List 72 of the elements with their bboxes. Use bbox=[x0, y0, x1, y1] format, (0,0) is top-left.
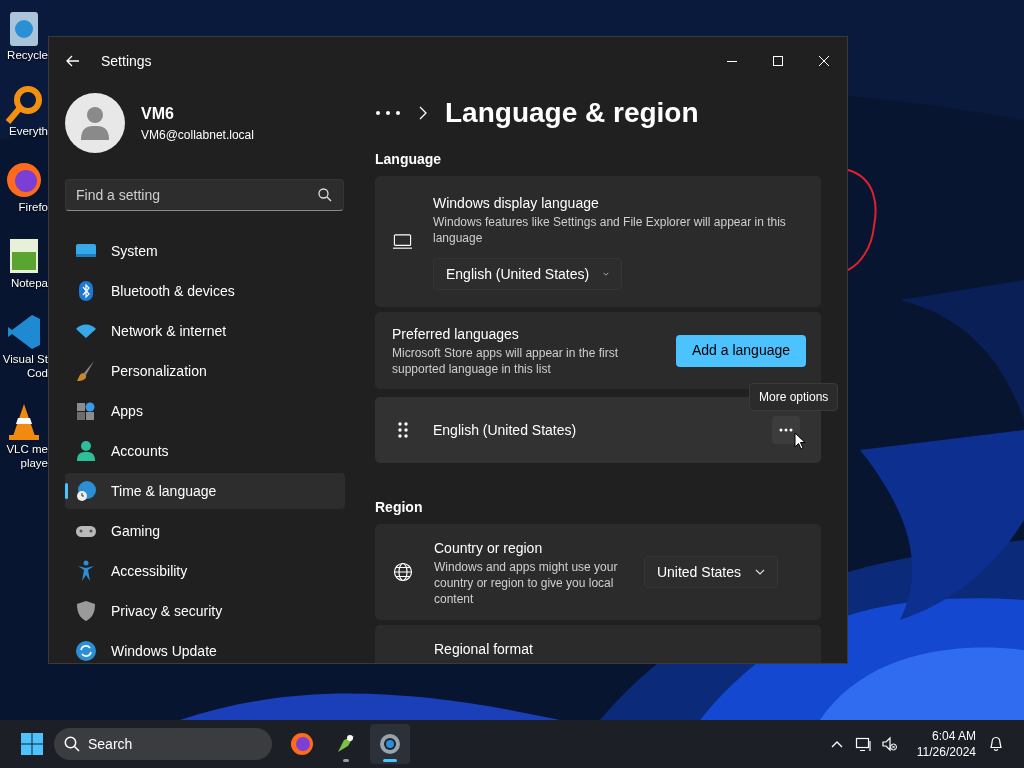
page-title: Language & region bbox=[445, 96, 699, 130]
back-icon[interactable] bbox=[65, 53, 81, 69]
setting-description: Microsoft Store apps will appear in the first supported language in this list bbox=[392, 345, 620, 377]
nav-item[interactable]: System bbox=[65, 233, 345, 269]
shortcut-label: Cod bbox=[26, 366, 48, 380]
nav-item[interactable]: Network & internet bbox=[65, 313, 345, 349]
volume-muted-icon[interactable] bbox=[880, 736, 897, 752]
globe-icon bbox=[393, 562, 413, 582]
setting-description: Windows and apps might use your country or region to give you local content bbox=[434, 558, 619, 607]
more-options-button[interactable] bbox=[772, 416, 800, 444]
shortcut-label: Firefo bbox=[18, 200, 48, 214]
mouse-cursor-icon bbox=[794, 432, 806, 450]
section-heading: Language bbox=[375, 150, 443, 167]
network-icon[interactable] bbox=[854, 736, 871, 752]
search-icon bbox=[64, 736, 80, 752]
chevron-down-icon bbox=[755, 569, 765, 575]
shortcut-label: VLC me bbox=[6, 442, 48, 456]
taskbar-search[interactable]: Search bbox=[54, 728, 272, 760]
app-shortcut-icon[interactable] bbox=[4, 84, 44, 124]
start-icon[interactable] bbox=[20, 732, 44, 756]
profile-email: VM6@collabnet.local bbox=[141, 127, 254, 144]
shortcut-label: Visual St bbox=[2, 352, 48, 366]
language-name: English (United States) bbox=[433, 420, 578, 440]
clock-date[interactable]: 11/26/2024 bbox=[916, 744, 976, 760]
category-icon bbox=[75, 400, 97, 422]
drag-handle-icon[interactable] bbox=[397, 421, 409, 439]
breadcrumb-overflow-icon[interactable] bbox=[375, 110, 401, 116]
notification-icon[interactable] bbox=[988, 736, 1004, 752]
chevron-icon bbox=[419, 106, 427, 120]
category-icon bbox=[75, 600, 97, 622]
nav-item[interactable]: Personalization bbox=[65, 353, 345, 389]
clock-time[interactable]: 6:04 AM bbox=[916, 728, 976, 744]
nav-item[interactable]: Gaming bbox=[65, 513, 345, 549]
shortcut-label: Notepa bbox=[10, 276, 48, 290]
dropdown[interactable]: English (United States) bbox=[433, 258, 622, 290]
section-heading: Region bbox=[375, 498, 424, 515]
chevron-down-icon bbox=[603, 271, 609, 277]
setting-title: Regional format bbox=[434, 640, 533, 659]
app-icon bbox=[290, 732, 314, 756]
monitor-icon bbox=[393, 231, 412, 252]
search-icon bbox=[318, 188, 332, 202]
close-icon bbox=[819, 56, 829, 66]
setting-title: Country or region bbox=[434, 538, 544, 558]
app-shortcut-icon[interactable] bbox=[4, 160, 44, 200]
minimize-icon bbox=[727, 60, 737, 62]
profile-name: VM6 bbox=[141, 104, 175, 124]
window-title: Settings bbox=[101, 51, 152, 71]
app-icon bbox=[378, 732, 402, 756]
nav-item[interactable]: Accessibility bbox=[65, 553, 345, 589]
taskbar-app[interactable] bbox=[370, 724, 410, 764]
search-field[interactable]: Find a setting bbox=[65, 179, 344, 211]
maximize-icon bbox=[773, 56, 783, 66]
nav-item[interactable]: Accounts bbox=[65, 433, 345, 469]
nav-item[interactable]: Time & language bbox=[65, 473, 345, 509]
nav-item[interactable]: Privacy & security bbox=[65, 593, 345, 629]
shortcut-label: Everyth bbox=[9, 124, 48, 138]
dropdown[interactable]: United States bbox=[643, 556, 778, 588]
tooltip: More options bbox=[749, 383, 839, 411]
setting-description: Windows features like Settings and File Explorer will appear in this language bbox=[433, 214, 787, 246]
nav-item[interactable]: Bluetooth & devices bbox=[65, 273, 345, 309]
nav-item[interactable]: Apps bbox=[65, 393, 345, 429]
category-icon bbox=[75, 440, 97, 462]
setting-title: Preferred languages bbox=[392, 325, 520, 344]
setting-title: Windows display language bbox=[433, 194, 600, 213]
more-icon bbox=[779, 428, 793, 432]
person-icon bbox=[79, 106, 111, 140]
category-icon bbox=[75, 640, 97, 662]
add-language-button[interactable]: Add a language bbox=[676, 334, 806, 367]
shortcut-label: Recycle bbox=[7, 48, 48, 62]
shortcut-label: playe bbox=[20, 456, 48, 470]
nav-item[interactable]: Windows Update bbox=[65, 633, 345, 663]
category-icon bbox=[75, 480, 97, 502]
